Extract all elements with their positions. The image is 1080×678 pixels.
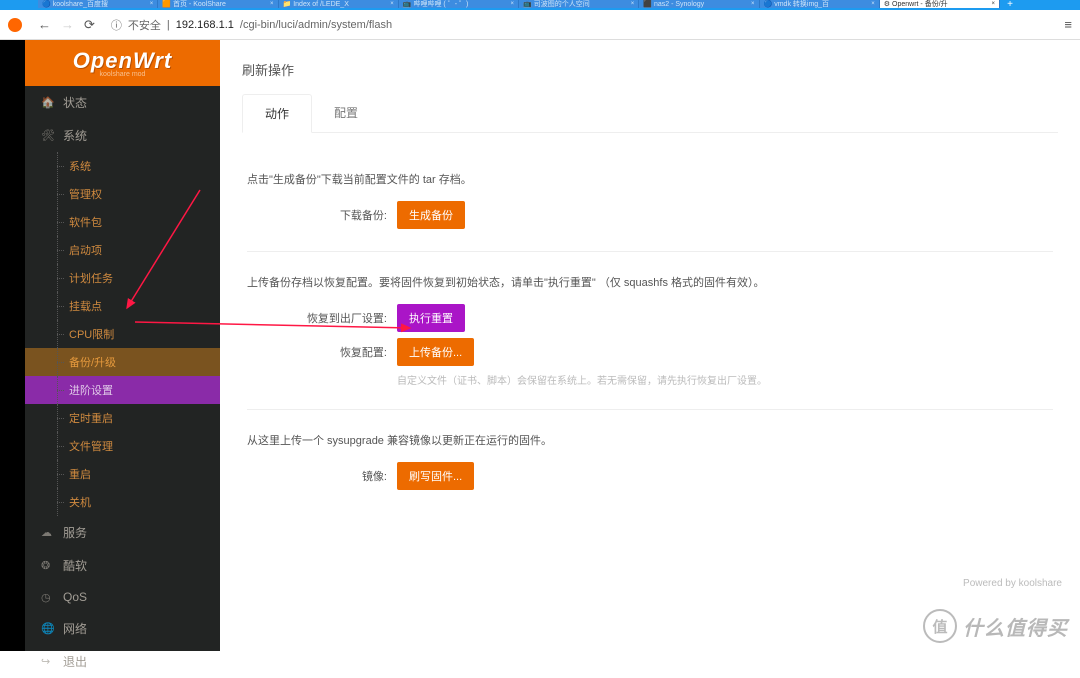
nav-services[interactable]: ☁服务 — [25, 516, 220, 549]
restore-hint: 自定义文件（证书、脚本）会保留在系统上。若无需保留，请先执行恢复出厂设置。 — [397, 372, 1053, 387]
subnav-reboot[interactable]: 重启 — [25, 460, 220, 488]
cloud-icon: ☁ — [41, 526, 55, 539]
flash-desc: 从这里上传一个 sysupgrade 兼容镜像以更新正在运行的固件。 — [247, 432, 1053, 448]
tabs: 动作 配置 — [242, 94, 1058, 133]
menu-icon[interactable]: ≡ — [1064, 17, 1072, 32]
browser-toolbar: ← → ⟳ ⓘ 不安全 | 192.168.1.1/cgi-bin/luci/a… — [0, 10, 1080, 40]
insecure-label: 不安全 — [128, 17, 161, 33]
browser-tab[interactable]: 📺司波图的个人空间× — [519, 0, 639, 8]
page-title: 刷新操作 — [242, 60, 1058, 79]
nav-logout[interactable]: ↪退出 — [25, 645, 220, 678]
browser-logo-icon — [8, 18, 22, 32]
restore-config-label: 恢复配置: — [247, 344, 387, 360]
browser-tab[interactable]: 📺哔哩哔哩 ( ゜- ゜)× — [399, 0, 519, 8]
nav-system[interactable]: 🛠系统 — [25, 119, 220, 152]
browser-tab[interactable]: 📁Index of /LEDE_X× — [279, 0, 399, 8]
browser-tab-active[interactable]: ⚙Openwrt - 备份/升× — [880, 0, 1000, 8]
logout-icon: ↪ — [41, 655, 55, 668]
flash-firmware-button[interactable]: 刷写固件... — [397, 462, 474, 490]
url-path: /cgi-bin/luci/admin/system/flash — [240, 19, 392, 31]
tab-actions[interactable]: 动作 — [242, 94, 312, 133]
browser-tab[interactable]: 🔵koolshare_百度搜× — [38, 0, 158, 8]
footer-text: Powered by koolshare — [963, 578, 1062, 589]
nav-qos[interactable]: ◷QoS — [25, 582, 220, 612]
browser-tab[interactable]: 🔵vmdk 转换img_百× — [760, 0, 880, 8]
backup-desc: 点击"生成备份"下载当前配置文件的 tar 存档。 — [247, 171, 1053, 187]
subnav-mount[interactable]: 挂载点 — [25, 292, 220, 320]
nav-cool[interactable]: ❂酷软 — [25, 549, 220, 582]
url-host: 192.168.1.1 — [176, 19, 234, 31]
wrench-icon: 🛠 — [41, 129, 55, 142]
perform-reset-button[interactable]: 执行重置 — [397, 304, 465, 332]
sidebar: OpenWrt koolshare mod 🏠状态 🛠系统 系统 管理权 软件包… — [25, 40, 220, 651]
browser-tab[interactable]: ⬛nas2 - Synology× — [639, 0, 759, 8]
subnav-cron[interactable]: 计划任务 — [25, 264, 220, 292]
tab-config[interactable]: 配置 — [312, 94, 380, 132]
upload-backup-button[interactable]: 上传备份... — [397, 338, 474, 366]
subnav-system[interactable]: 系统 — [25, 152, 220, 180]
address-bar[interactable]: ⓘ 不安全 | 192.168.1.1/cgi-bin/luci/admin/s… — [105, 17, 1055, 33]
restore-desc: 上传备份存档以恢复配置。要将固件恢复到初始状态，请单击"执行重置" （仅 squ… — [247, 274, 1053, 290]
share-icon: ❂ — [41, 559, 55, 572]
subnav-schedule[interactable]: 定时重启 — [25, 404, 220, 432]
home-icon: 🏠 — [41, 96, 55, 109]
subnav-cpulimit[interactable]: CPU限制 — [25, 320, 220, 348]
back-icon[interactable]: ← — [38, 17, 51, 32]
subnav-admin[interactable]: 管理权 — [25, 180, 220, 208]
download-backup-label: 下载备份: — [247, 207, 387, 223]
browser-tab[interactable]: 🟧首页 - KoolShare× — [158, 0, 278, 8]
globe-icon: 🌐 — [41, 622, 55, 635]
content-area: 刷新操作 动作 配置 点击"生成备份"下载当前配置文件的 tar 存档。 下载备… — [220, 40, 1080, 651]
logo: OpenWrt koolshare mod — [25, 40, 220, 86]
gauge-icon: ◷ — [41, 591, 55, 604]
watermark-logo-icon: 值 — [923, 609, 957, 643]
nav-status[interactable]: 🏠状态 — [25, 86, 220, 119]
subnav-software[interactable]: 软件包 — [25, 208, 220, 236]
info-icon: ⓘ — [111, 17, 122, 33]
subnav-startup[interactable]: 启动项 — [25, 236, 220, 264]
subnav-filemgr[interactable]: 文件管理 — [25, 432, 220, 460]
factory-reset-label: 恢复到出厂设置: — [247, 310, 387, 326]
reload-icon[interactable]: ⟳ — [84, 17, 95, 33]
generate-backup-button[interactable]: 生成备份 — [397, 201, 465, 229]
subnav-advanced[interactable]: 进阶设置 — [25, 376, 220, 404]
new-tab-button[interactable]: + — [1000, 0, 1020, 8]
watermark-text: 什么值得买 — [963, 612, 1068, 641]
image-label: 镜像: — [247, 468, 387, 484]
nav-network[interactable]: 🌐网络 — [25, 612, 220, 645]
watermark: 值 什么值得买 — [923, 609, 1068, 643]
subnav-shutdown[interactable]: 关机 — [25, 488, 220, 516]
subnav-backup-upgrade[interactable]: 备份/升级 — [25, 348, 220, 376]
browser-tab-strip: 🔵koolshare_百度搜× 🟧首页 - KoolShare× 📁Index … — [0, 0, 1080, 8]
forward-icon[interactable]: → — [61, 17, 74, 32]
